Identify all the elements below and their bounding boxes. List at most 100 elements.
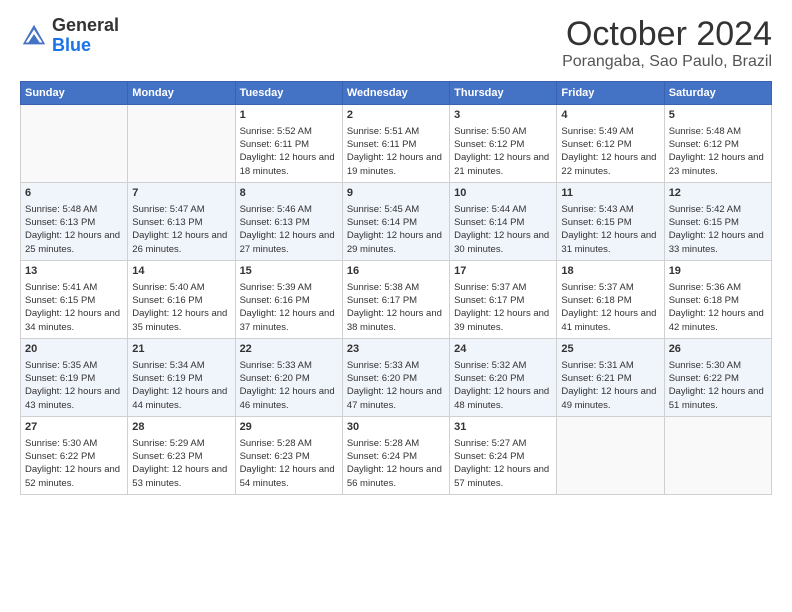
day-number: 10 [454, 186, 552, 201]
calendar-cell [664, 417, 771, 495]
sunrise-text: Sunrise: 5:32 AM [454, 360, 526, 371]
sunrise-text: Sunrise: 5:30 AM [25, 438, 97, 449]
day-number: 1 [240, 108, 338, 123]
sunrise-text: Sunrise: 5:47 AM [132, 204, 204, 215]
calendar-cell: 21Sunrise: 5:34 AMSunset: 6:19 PMDayligh… [128, 339, 235, 417]
location-subtitle: Porangaba, Sao Paulo, Brazil [562, 53, 772, 71]
header-saturday: Saturday [664, 82, 771, 105]
sunrise-text: Sunrise: 5:31 AM [561, 360, 633, 371]
sunset-text: Sunset: 6:20 PM [347, 373, 417, 384]
sunset-text: Sunset: 6:23 PM [132, 451, 202, 462]
sunset-text: Sunset: 6:15 PM [25, 295, 95, 306]
calendar-cell: 2Sunrise: 5:51 AMSunset: 6:11 PMDaylight… [342, 105, 449, 183]
calendar-cell: 5Sunrise: 5:48 AMSunset: 6:12 PMDaylight… [664, 105, 771, 183]
daylight-text: Daylight: 12 hours and 27 minutes. [240, 230, 335, 254]
daylight-text: Daylight: 12 hours and 44 minutes. [132, 386, 227, 410]
calendar-table: Sunday Monday Tuesday Wednesday Thursday… [20, 81, 772, 495]
day-number: 2 [347, 108, 445, 123]
sunrise-text: Sunrise: 5:27 AM [454, 438, 526, 449]
sunset-text: Sunset: 6:22 PM [669, 373, 739, 384]
calendar-cell: 28Sunrise: 5:29 AMSunset: 6:23 PMDayligh… [128, 417, 235, 495]
sunrise-text: Sunrise: 5:39 AM [240, 282, 312, 293]
day-number: 3 [454, 108, 552, 123]
daylight-text: Daylight: 12 hours and 49 minutes. [561, 386, 656, 410]
day-number: 20 [25, 342, 123, 357]
logo-icon [20, 22, 48, 50]
calendar-cell: 8Sunrise: 5:46 AMSunset: 6:13 PMDaylight… [235, 183, 342, 261]
sunrise-text: Sunrise: 5:44 AM [454, 204, 526, 215]
title-block: October 2024 Porangaba, Sao Paulo, Brazi… [562, 16, 772, 71]
sunset-text: Sunset: 6:24 PM [347, 451, 417, 462]
calendar-cell: 4Sunrise: 5:49 AMSunset: 6:12 PMDaylight… [557, 105, 664, 183]
sunrise-text: Sunrise: 5:52 AM [240, 126, 312, 137]
calendar-week-5: 27Sunrise: 5:30 AMSunset: 6:22 PMDayligh… [21, 417, 772, 495]
calendar-week-3: 13Sunrise: 5:41 AMSunset: 6:15 PMDayligh… [21, 261, 772, 339]
daylight-text: Daylight: 12 hours and 29 minutes. [347, 230, 442, 254]
day-number: 31 [454, 420, 552, 435]
sunrise-text: Sunrise: 5:48 AM [25, 204, 97, 215]
daylight-text: Daylight: 12 hours and 42 minutes. [669, 308, 764, 332]
day-number: 16 [347, 264, 445, 279]
sunrise-text: Sunrise: 5:42 AM [669, 204, 741, 215]
daylight-text: Daylight: 12 hours and 41 minutes. [561, 308, 656, 332]
calendar-cell: 7Sunrise: 5:47 AMSunset: 6:13 PMDaylight… [128, 183, 235, 261]
day-number: 11 [561, 186, 659, 201]
daylight-text: Daylight: 12 hours and 38 minutes. [347, 308, 442, 332]
day-number: 17 [454, 264, 552, 279]
daylight-text: Daylight: 12 hours and 52 minutes. [25, 464, 120, 488]
sunset-text: Sunset: 6:22 PM [25, 451, 95, 462]
day-number: 23 [347, 342, 445, 357]
calendar-cell: 30Sunrise: 5:28 AMSunset: 6:24 PMDayligh… [342, 417, 449, 495]
sunset-text: Sunset: 6:15 PM [669, 217, 739, 228]
day-number: 28 [132, 420, 230, 435]
calendar-cell: 16Sunrise: 5:38 AMSunset: 6:17 PMDayligh… [342, 261, 449, 339]
sunrise-text: Sunrise: 5:46 AM [240, 204, 312, 215]
calendar-cell: 29Sunrise: 5:28 AMSunset: 6:23 PMDayligh… [235, 417, 342, 495]
sunset-text: Sunset: 6:18 PM [669, 295, 739, 306]
sunrise-text: Sunrise: 5:33 AM [347, 360, 419, 371]
sunset-text: Sunset: 6:16 PM [132, 295, 202, 306]
sunrise-text: Sunrise: 5:34 AM [132, 360, 204, 371]
sunrise-text: Sunrise: 5:51 AM [347, 126, 419, 137]
sunset-text: Sunset: 6:16 PM [240, 295, 310, 306]
daylight-text: Daylight: 12 hours and 43 minutes. [25, 386, 120, 410]
day-number: 25 [561, 342, 659, 357]
calendar-cell: 6Sunrise: 5:48 AMSunset: 6:13 PMDaylight… [21, 183, 128, 261]
day-number: 12 [669, 186, 767, 201]
calendar-cell: 25Sunrise: 5:31 AMSunset: 6:21 PMDayligh… [557, 339, 664, 417]
calendar-cell: 1Sunrise: 5:52 AMSunset: 6:11 PMDaylight… [235, 105, 342, 183]
calendar-week-4: 20Sunrise: 5:35 AMSunset: 6:19 PMDayligh… [21, 339, 772, 417]
sunset-text: Sunset: 6:20 PM [240, 373, 310, 384]
header-sunday: Sunday [21, 82, 128, 105]
calendar-cell: 27Sunrise: 5:30 AMSunset: 6:22 PMDayligh… [21, 417, 128, 495]
sunset-text: Sunset: 6:13 PM [240, 217, 310, 228]
day-number: 5 [669, 108, 767, 123]
calendar-cell: 31Sunrise: 5:27 AMSunset: 6:24 PMDayligh… [450, 417, 557, 495]
daylight-text: Daylight: 12 hours and 18 minutes. [240, 152, 335, 176]
calendar-cell: 3Sunrise: 5:50 AMSunset: 6:12 PMDaylight… [450, 105, 557, 183]
daylight-text: Daylight: 12 hours and 47 minutes. [347, 386, 442, 410]
day-number: 19 [669, 264, 767, 279]
day-number: 26 [669, 342, 767, 357]
calendar-cell: 22Sunrise: 5:33 AMSunset: 6:20 PMDayligh… [235, 339, 342, 417]
calendar-cell: 9Sunrise: 5:45 AMSunset: 6:14 PMDaylight… [342, 183, 449, 261]
calendar-cell: 15Sunrise: 5:39 AMSunset: 6:16 PMDayligh… [235, 261, 342, 339]
calendar-cell: 14Sunrise: 5:40 AMSunset: 6:16 PMDayligh… [128, 261, 235, 339]
logo-general: General [52, 15, 119, 35]
sunrise-text: Sunrise: 5:43 AM [561, 204, 633, 215]
daylight-text: Daylight: 12 hours and 54 minutes. [240, 464, 335, 488]
sunrise-text: Sunrise: 5:30 AM [669, 360, 741, 371]
day-number: 15 [240, 264, 338, 279]
sunrise-text: Sunrise: 5:40 AM [132, 282, 204, 293]
day-number: 4 [561, 108, 659, 123]
sunset-text: Sunset: 6:11 PM [347, 139, 417, 150]
logo-blue: Blue [52, 35, 91, 55]
calendar-cell [557, 417, 664, 495]
calendar-week-1: 1 Sunrise: 5:52 AM Sunset: 6:11 PM Daylight… [21, 105, 772, 183]
sunset-text: Sunset: 6:12 PM [669, 139, 739, 150]
daylight-text: Daylight: 12 hours and 35 minutes. [132, 308, 227, 332]
day-number: 24 [454, 342, 552, 357]
calendar-cell: 20Sunrise: 5:35 AMSunset: 6:19 PMDayligh… [21, 339, 128, 417]
calendar-cell: 13Sunrise: 5:41 AMSunset: 6:15 PMDayligh… [21, 261, 128, 339]
day-number: 7 [132, 186, 230, 201]
